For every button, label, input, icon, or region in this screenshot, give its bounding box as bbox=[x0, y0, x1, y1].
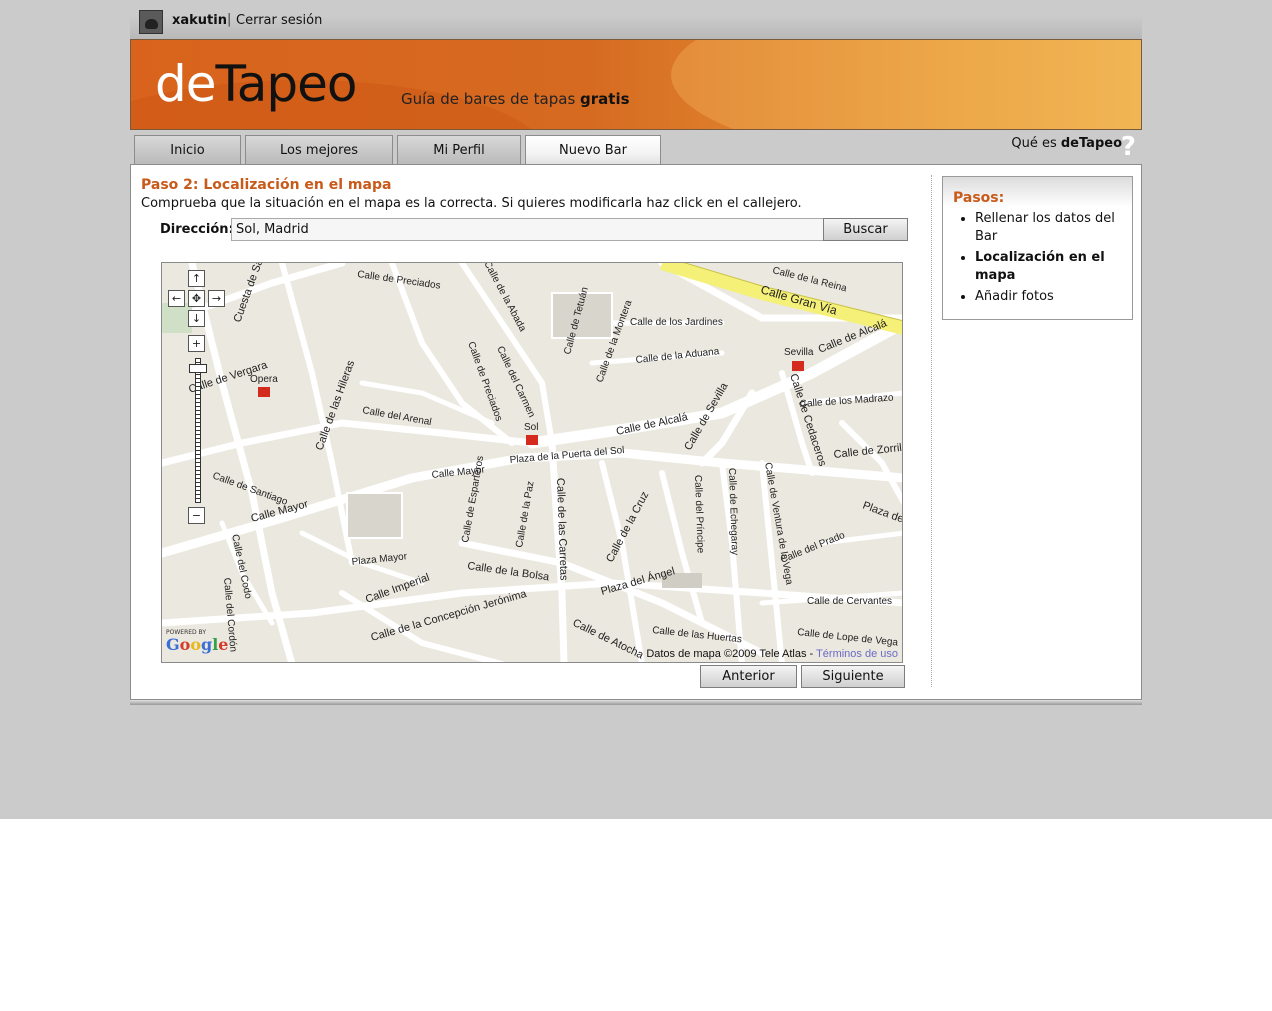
zoom-in-icon[interactable]: + bbox=[188, 335, 205, 352]
step-item: Rellenar los datos del Bar bbox=[975, 210, 1125, 246]
pan-center-icon[interactable]: ✥ bbox=[188, 290, 205, 307]
address-input[interactable] bbox=[231, 218, 824, 241]
pan-left-icon[interactable]: ← bbox=[168, 290, 185, 307]
main-nav: Inicio Los mejores Mi Perfil Nuevo Bar Q… bbox=[130, 130, 1142, 166]
street-map[interactable]: Calle de Preciados Calle de la Abada Cal… bbox=[161, 262, 903, 663]
svg-text:Calle de los Jardines: Calle de los Jardines bbox=[630, 317, 723, 328]
tab-los-mejores[interactable]: Los mejores bbox=[245, 135, 393, 165]
map-copyright: Datos de mapa ©2009 Tele Atlas - bbox=[646, 648, 817, 660]
map-attribution: Datos de mapa ©2009 Tele Atlas - Término… bbox=[646, 648, 898, 660]
site-logo[interactable]: deTapeo bbox=[155, 54, 358, 114]
site-tagline: Guía de bares de tapas gratis bbox=[401, 90, 630, 108]
address-label: Dirección: bbox=[160, 222, 234, 237]
step-item: Añadir fotos bbox=[975, 288, 1125, 306]
user-avatar[interactable] bbox=[139, 10, 163, 34]
about-prefix: Qué es bbox=[1011, 136, 1061, 151]
zoom-slider-thumb[interactable] bbox=[189, 364, 207, 373]
zoom-slider[interactable] bbox=[195, 358, 201, 503]
map-tiles: Calle de Preciados Calle de la Abada Cal… bbox=[162, 263, 902, 662]
steps-title: Pasos: bbox=[953, 190, 1005, 206]
tab-inicio[interactable]: Inicio bbox=[134, 135, 241, 165]
search-button[interactable]: Buscar bbox=[823, 218, 908, 241]
header-banner: deTapeo Guía de bares de tapas gratis bbox=[130, 39, 1142, 130]
pan-right-icon[interactable]: → bbox=[208, 290, 225, 307]
question-mark-icon: ? bbox=[1120, 132, 1136, 162]
logout-link[interactable]: Cerrar sesión bbox=[236, 13, 322, 28]
svg-text:Sevilla: Sevilla bbox=[784, 347, 814, 358]
tab-nuevo-bar[interactable]: Nuevo Bar bbox=[525, 135, 661, 166]
user-bar-separator: | bbox=[227, 12, 232, 27]
column-divider bbox=[931, 175, 932, 687]
step-title: Paso 2: Localización en el mapa bbox=[141, 177, 392, 193]
terms-link[interactable]: Términos de uso bbox=[816, 648, 898, 660]
logo-de: de bbox=[155, 55, 216, 113]
svg-text:Opera: Opera bbox=[250, 374, 278, 385]
tab-mi-perfil[interactable]: Mi Perfil bbox=[397, 135, 521, 165]
pan-down-icon[interactable]: ↓ bbox=[188, 310, 205, 327]
about-brand: deTapeo bbox=[1060, 136, 1122, 151]
pan-up-icon[interactable]: ↑ bbox=[188, 270, 205, 287]
svg-text:Sol: Sol bbox=[524, 422, 538, 433]
google-logo[interactable]: Google bbox=[166, 635, 228, 654]
banner-decoration bbox=[671, 40, 1141, 129]
zoom-out-icon[interactable]: − bbox=[188, 507, 205, 524]
tagline-text: Guía de bares de tapas bbox=[401, 90, 581, 108]
previous-button[interactable]: Anterior bbox=[700, 665, 797, 688]
main-content: Paso 2: Localización en el mapa Comprueb… bbox=[130, 164, 1142, 700]
about-link[interactable]: Qué es deTapeo? bbox=[1011, 132, 1136, 162]
step-item-current: Localización en el mapa bbox=[975, 249, 1125, 285]
user-bar: xakutin | Cerrar sesión bbox=[130, 0, 1142, 39]
next-button[interactable]: Siguiente bbox=[801, 665, 905, 688]
logo-tapeo: Tapeo bbox=[215, 55, 358, 113]
steps-list: Rellenar los datos del Bar Localización … bbox=[975, 210, 1125, 309]
username-link[interactable]: xakutin bbox=[172, 13, 227, 28]
step-description: Comprueba que la situación en el mapa es… bbox=[141, 196, 802, 211]
steps-panel: Pasos: Rellenar los datos del Bar Locali… bbox=[942, 176, 1133, 320]
content-bottom-border bbox=[130, 700, 1142, 705]
svg-text:Calle de Cervantes: Calle de Cervantes bbox=[807, 596, 892, 607]
tagline-bold: gratis bbox=[580, 90, 630, 108]
